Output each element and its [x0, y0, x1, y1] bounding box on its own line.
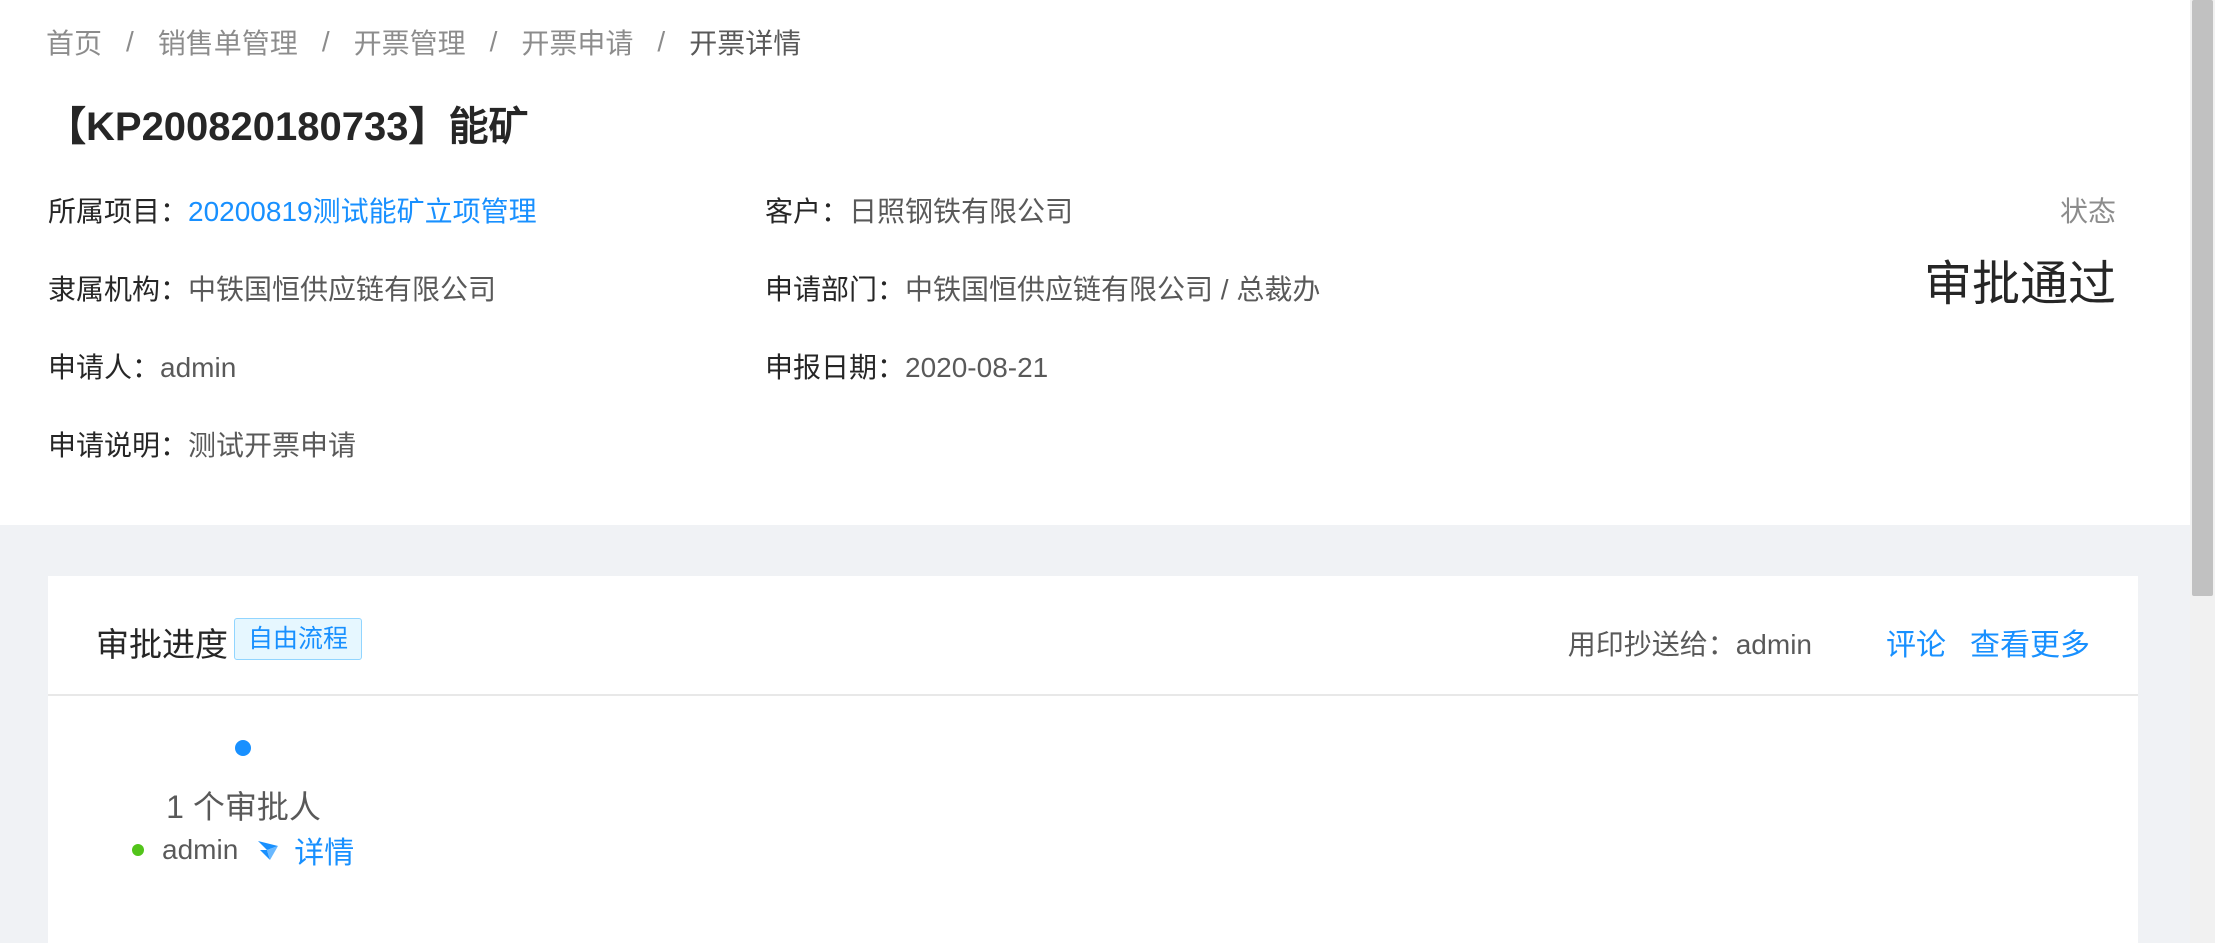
description-label: 申请说明：: [48, 430, 189, 461]
online-status-dot: [132, 844, 144, 856]
report-date-field: 申报日期：2020-08-21: [765, 346, 1048, 386]
org-value: 中铁国恒供应链有限公司: [188, 274, 497, 305]
project-link[interactable]: 20200819测试能矿立项管理: [188, 196, 537, 227]
approval-progress-card: 审批进度 自由流程 用印抄送给：admin 评论 查看更多 1 个审批人 adm…: [48, 576, 2138, 943]
project-label: 所属项目：: [48, 196, 189, 227]
cc-recipients: 用印抄送给：admin: [1567, 629, 1812, 660]
breadcrumb-separator: /: [489, 26, 498, 57]
org-label: 隶属机构：: [48, 274, 189, 305]
breadcrumb-sales-orders[interactable]: 销售单管理: [158, 22, 298, 62]
applicant-value: admin: [160, 352, 237, 383]
flow-type-tag: 自由流程: [234, 618, 363, 660]
breadcrumb-invoice-management[interactable]: 开票管理: [354, 22, 466, 62]
approval-card-header: 审批进度 自由流程 用印抄送给：admin 评论 查看更多: [48, 576, 2138, 696]
breadcrumb-separator: /: [321, 26, 330, 57]
department-value: 中铁国恒供应链有限公司 / 总裁办: [905, 274, 1321, 305]
department-label: 申请部门：: [765, 274, 906, 305]
breadcrumb: 首页 / 销售单管理 / 开票管理 / 开票申请 / 开票详情: [46, 22, 801, 62]
project-field: 所属项目：20200819测试能矿立项管理: [48, 190, 537, 230]
customer-value: 日照钢铁有限公司: [849, 196, 1074, 227]
report-date-label: 申报日期：: [765, 352, 906, 383]
approval-title: 审批进度: [96, 626, 228, 663]
comment-link[interactable]: 评论: [1886, 620, 1946, 664]
breadcrumb-separator: /: [657, 26, 666, 57]
description-field: 申请说明：测试开票申请: [48, 424, 356, 464]
approver-name: admin: [162, 834, 239, 865]
org-field: 隶属机构：中铁国恒供应链有限公司: [48, 268, 496, 308]
breadcrumb-invoice-detail: 开票详情: [689, 28, 802, 59]
view-more-link[interactable]: 查看更多: [1970, 620, 2090, 664]
approver-detail-link[interactable]: 详情: [294, 828, 354, 872]
report-date-value: 2020-08-21: [905, 352, 1049, 383]
breadcrumb-home[interactable]: 首页: [46, 22, 102, 62]
page-title: 【KP200820180733】能矿: [46, 105, 529, 149]
detail-header: 首页 / 销售单管理 / 开票管理 / 开票申请 / 开票详情 【KP20082…: [0, 0, 2190, 525]
applicant-label: 申请人：: [48, 352, 161, 383]
breadcrumb-invoice-application[interactable]: 开票申请: [521, 22, 633, 62]
customer-field: 客户：日照钢铁有限公司: [765, 190, 1073, 230]
approver-count: 1 个审批人: [166, 789, 321, 825]
status-label: 状态: [2059, 196, 2116, 227]
description-value: 测试开票申请: [188, 430, 357, 461]
applicant-field: 申请人：admin: [48, 346, 236, 386]
customer-label: 客户：: [765, 196, 850, 227]
approver-row: admin 详情: [132, 830, 354, 870]
department-field: 申请部门：中铁国恒供应链有限公司 / 总裁办: [765, 268, 1320, 308]
paper-plane-icon: [256, 838, 280, 862]
step-node-dot: [235, 740, 251, 756]
page: 首页 / 销售单管理 / 开票管理 / 开票申请 / 开票详情 【KP20082…: [0, 0, 2215, 943]
status-value: 审批通过: [1923, 258, 2116, 311]
breadcrumb-separator: /: [126, 26, 134, 57]
scrollbar-thumb[interactable]: [2192, 0, 2213, 596]
